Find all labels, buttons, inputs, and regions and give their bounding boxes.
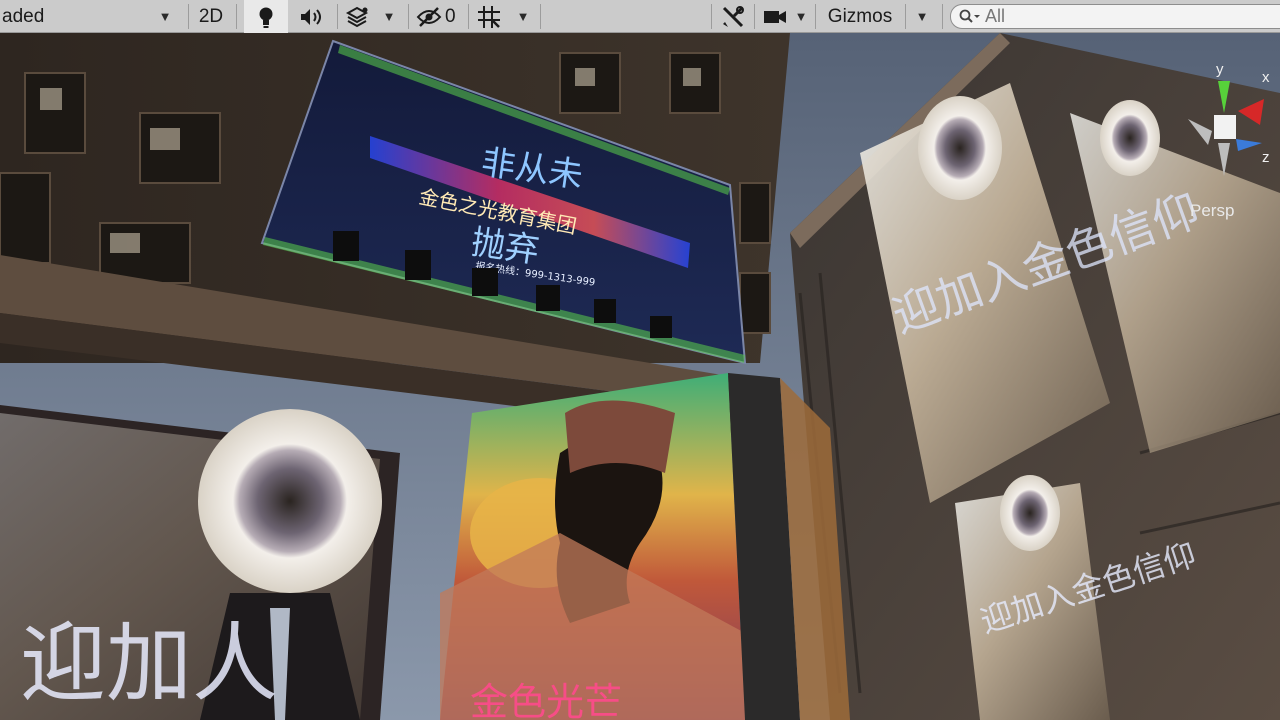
eye-slash-icon [416,6,442,27]
poster-bottom-left-text: 迎加人 [20,614,278,714]
search-input[interactable]: All [950,4,1280,29]
camera-dropdown-chevron-icon[interactable]: ▼ [790,0,812,33]
gizmo-z-label: z [1262,149,1270,166]
scene-render: 迎加入金色信仰 迎加入金色信仰 非从未 金色之光教育集团 抛弃 报名热线：999… [0,33,1280,720]
search-placeholder: All [985,6,1006,26]
orientation-gizmo[interactable]: y x z [1168,61,1280,201]
gizmos-button[interactable]: Gizmos [817,0,903,33]
search-icon [959,9,980,23]
tools-icon[interactable] [714,0,752,33]
gizmo-y-label: y [1216,61,1224,78]
camera-icon[interactable] [758,0,792,33]
audio-toggle-icon[interactable] [289,0,333,33]
gizmos-label: Gizmos [827,5,893,27]
hidden-objects-count: 0 [445,5,456,27]
projection-toggle[interactable]: Persp [1190,201,1234,221]
gizmos-dropdown-chevron-icon[interactable]: ▼ [907,0,937,33]
lighting-toggle-icon[interactable] [244,0,288,33]
projection-label: Persp [1190,201,1235,220]
gizmo-x-label: x [1262,69,1270,86]
shading-mode-chevron-icon[interactable]: ▼ [150,0,180,33]
scene-toolbar: aded ▼ 2D ▼ 0 ▼ ▼ Gizmos ▼ All [0,0,1280,33]
grid-snap-toggle-icon[interactable] [472,0,506,33]
hidden-objects-toggle[interactable]: 0 [410,0,466,33]
effects-dropdown-chevron-icon[interactable]: ▼ [374,0,404,33]
effects-toggle-icon[interactable] [340,0,374,33]
shading-mode-dropdown[interactable]: aded [0,0,150,33]
grid-dropdown-chevron-icon[interactable]: ▼ [508,0,538,33]
2d-mode-label: 2D [198,5,224,27]
2d-mode-toggle[interactable]: 2D [189,0,233,33]
scene-viewport[interactable]: 迎加入金色信仰 迎加入金色信仰 非从未 金色之光教育集团 抛弃 报名热线：999… [0,33,1280,720]
shading-mode-label: aded [2,5,45,27]
cube-bottom-text: 金色光芒 [470,680,622,720]
